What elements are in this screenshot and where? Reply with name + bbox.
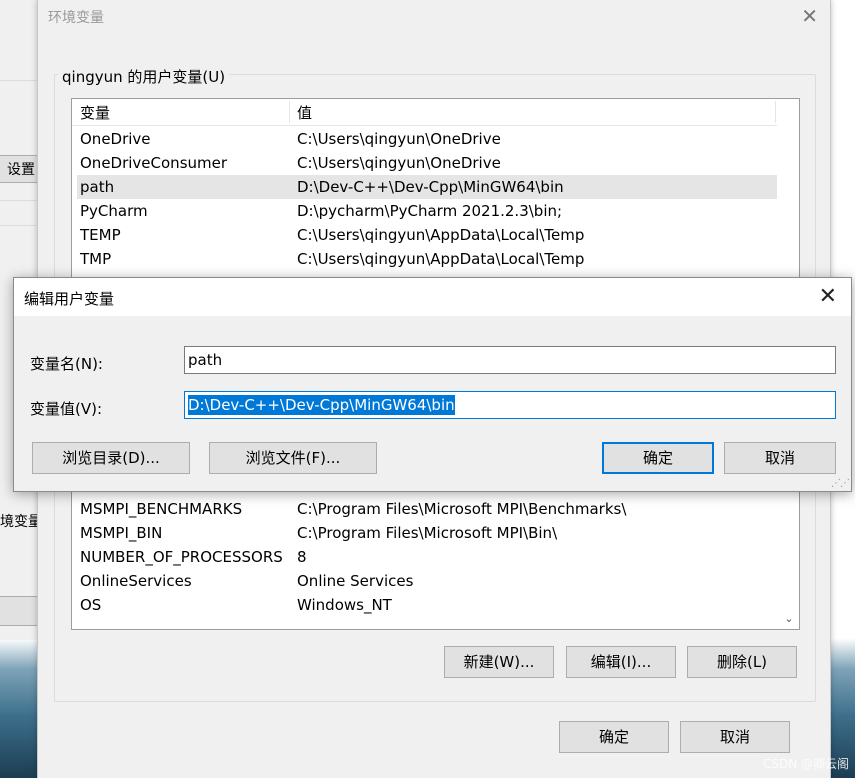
var-value: C:\Users\qingyun\AppData\Local\Temp [297,226,585,244]
var-value: C:\Users\qingyun\OneDrive [297,154,501,172]
var-name: path [80,178,115,196]
user-vars-group-label: qingyun 的用户变量(U) [58,66,230,87]
list-item[interactable]: TMP C:\Users\qingyun\AppData\Local\Temp [77,247,777,271]
var-name: PyCharm [80,202,148,220]
var-name: OnlineServices [80,572,192,590]
edit-user-variable-dialog: 编辑用户变量 ✕ 变量名(N): path 变量值(V): D:\Dev-C++… [13,277,852,492]
cancel-button[interactable]: 取消 [724,442,836,474]
list-item[interactable]: NUMBER_OF_PROCESSORS 8 [77,545,777,569]
title-bar[interactable]: 编辑用户变量 ✕ [14,278,851,316]
browse-file-button[interactable]: 浏览文件(F)... [209,442,377,474]
divider [0,225,40,226]
var-value: Windows_NT [297,596,392,614]
close-icon[interactable]: ✕ [801,4,818,28]
list-item[interactable]: OneDrive C:\Users\qingyun\OneDrive [77,127,777,151]
browse-directory-button[interactable]: 浏览目录(D)... [32,442,190,474]
var-value: C:\Users\qingyun\OneDrive [297,130,501,148]
list-item-selected[interactable]: path D:\Dev-C++\Dev-Cpp\MinGW64\bin [77,175,777,199]
variable-name-label: 变量名(N): [30,355,103,373]
column-header-variable[interactable]: 变量 [80,99,110,125]
list-item[interactable]: TEMP C:\Users\qingyun\AppData\Local\Temp [77,223,777,247]
variable-value-input[interactable]: D:\Dev-C++\Dev-Cpp\MinGW64\bin [184,391,836,419]
variable-name-text: path [188,351,223,369]
column-separator[interactable] [289,101,290,123]
divider [0,80,40,81]
var-value: C:\Program Files\Microsoft MPI\Benchmark… [297,500,627,518]
var-name: MSMPI_BENCHMARKS [80,500,243,518]
settings-button[interactable]: 设置 [0,155,38,183]
list-item[interactable]: PyCharm D:\pycharm\PyCharm 2021.2.3\bin; [77,199,777,223]
var-value: C:\Program Files\Microsoft MPI\Bin\ [297,524,558,542]
list-item[interactable]: MSMPI_BIN C:\Program Files\Microsoft MPI\… [77,521,777,545]
divider [0,200,40,201]
list-item[interactable]: OnlineServices Online Services [77,569,777,593]
list-item[interactable]: MSMPI_BENCHMARKS C:\Program Files\Microso… [77,497,777,521]
list-item[interactable]: OS Windows_NT [77,593,777,617]
variable-name-input[interactable]: path [184,346,836,374]
env-vars-button[interactable]: 境变量 [0,508,38,536]
ok-button[interactable]: 确定 [602,442,714,474]
cancel-button[interactable]: 取消 [680,721,790,753]
ok-button[interactable]: 确定 [559,721,669,753]
variable-value-text: D:\Dev-C++\Dev-Cpp\MinGW64\bin [188,395,455,415]
new-button[interactable]: 新建(W)... [444,646,554,678]
watermark: CSDN @卿云阁 [762,757,849,771]
var-value: D:\Dev-C++\Dev-Cpp\MinGW64\bin [297,178,564,196]
scroll-down-icon[interactable]: ⌄ [779,612,799,625]
var-name: MSMPI_BIN [80,524,163,542]
background-button[interactable] [0,596,38,626]
var-name: NUMBER_OF_PROCESSORS [80,548,283,566]
delete-button[interactable]: 删除(L) [687,646,797,678]
var-value: 8 [297,548,307,566]
var-value: C:\Users\qingyun\AppData\Local\Temp [297,250,585,268]
var-name: TEMP [80,226,121,244]
dialog-title: 编辑用户变量 [24,290,115,308]
var-name: OS [80,596,102,614]
column-separator[interactable] [775,101,776,123]
resize-grip-icon[interactable]: ⋰⋰ [831,478,850,489]
var-name: OneDriveConsumer [80,154,228,172]
column-header-value[interactable]: 值 [297,99,312,125]
edit-button[interactable]: 编辑(I)... [566,646,676,678]
var-name: TMP [80,250,112,268]
var-value: Online Services [297,572,414,590]
variable-value-label: 变量值(V): [30,400,103,418]
list-header: 变量 值 [72,99,777,126]
close-icon[interactable]: ✕ [819,284,837,309]
var-name: OneDrive [80,130,151,148]
dialog-title: 环境变量 [48,10,104,26]
var-value: D:\pycharm\PyCharm 2021.2.3\bin; [297,202,563,220]
list-item[interactable]: OneDriveConsumer C:\Users\qingyun\OneDriv… [77,151,777,175]
